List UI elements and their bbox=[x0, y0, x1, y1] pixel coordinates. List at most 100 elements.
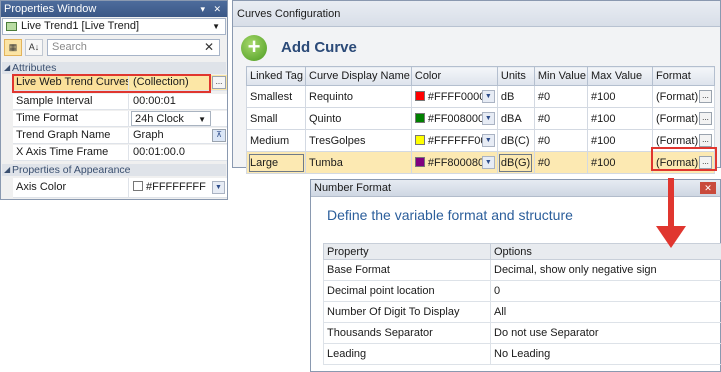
min-value-cell[interactable]: #0 bbox=[533, 129, 588, 152]
graph-name-value: Graph bbox=[133, 129, 164, 141]
object-selector-dropdown[interactable]: Live Trend1 [Live Trend] ▼ bbox=[2, 18, 226, 35]
option-cell[interactable]: No Leading bbox=[490, 343, 721, 365]
display-name-cell[interactable]: TresGolpes bbox=[305, 129, 412, 152]
property-value[interactable]: 00:01:00.0 bbox=[131, 145, 227, 160]
close-icon[interactable]: ✕ bbox=[700, 182, 716, 194]
table-row[interactable]: Medium TresGolpes #FFFFFF00 ▼ dB(C) #0 #1… bbox=[246, 129, 715, 152]
min-value-cell[interactable]: #0 bbox=[533, 151, 588, 174]
clear-search-icon[interactable]: ✕ bbox=[204, 40, 214, 55]
property-name: Sample Interval bbox=[13, 94, 129, 109]
format-cell[interactable]: (Format)... bbox=[651, 85, 715, 108]
number-format-dialog: Number Format ✕ Define the variable form… bbox=[310, 179, 721, 372]
color-value: #FF800080 bbox=[427, 156, 485, 169]
min-value-cell[interactable]: #0 bbox=[533, 85, 588, 108]
table-row[interactable]: Number Of Digit To Display All bbox=[323, 301, 721, 323]
option-cell[interactable]: 0 bbox=[490, 280, 721, 302]
color-value: #FF008000 bbox=[427, 112, 485, 125]
format-value: (Format) bbox=[655, 112, 699, 125]
column-header[interactable]: Color bbox=[410, 66, 498, 86]
table-row-selected[interactable]: Large Tumba #FF800080 ▼ dB(G) #0 #100 (Fo… bbox=[246, 151, 715, 174]
color-cell[interactable]: #FF800080 ▼ bbox=[410, 151, 498, 174]
property-row-trend-graph-name[interactable]: Trend Graph Name Graph ⊼ bbox=[13, 128, 227, 144]
property-name: Time Format bbox=[13, 111, 129, 126]
color-cell[interactable]: #FFFFFF00 ▼ bbox=[410, 129, 498, 152]
format-editor-button[interactable]: ... bbox=[698, 134, 712, 147]
properties-title-bar: Properties Window ▾ ✕ bbox=[1, 1, 227, 17]
property-value[interactable]: Graph ⊼ bbox=[131, 128, 227, 143]
chevron-down-icon[interactable]: ▼ bbox=[212, 19, 220, 34]
highlight-box bbox=[651, 147, 717, 171]
column-header: Options bbox=[490, 243, 721, 260]
units-cell[interactable]: dB bbox=[496, 85, 535, 108]
linked-tag-cell[interactable]: Small bbox=[246, 107, 306, 130]
units-cell[interactable]: dB(C) bbox=[496, 129, 535, 152]
format-editor-button[interactable]: ... bbox=[698, 90, 712, 103]
curves-configuration-window: Curves Configuration + Add Curve Linked … bbox=[232, 0, 721, 174]
graph-picker-icon[interactable]: ⊼ bbox=[212, 129, 226, 142]
chevron-down-icon[interactable]: ▼ bbox=[481, 134, 495, 147]
format-editor-button[interactable]: ... bbox=[698, 112, 712, 125]
search-input[interactable]: Search ✕ bbox=[47, 39, 220, 56]
format-cell[interactable]: (Format)... bbox=[651, 107, 715, 130]
max-value-cell[interactable]: #100 bbox=[586, 107, 653, 130]
categorized-view-button[interactable]: ▦ bbox=[4, 39, 22, 56]
linked-tag-cell[interactable]: Smallest bbox=[246, 85, 306, 108]
display-name-cell[interactable]: Tumba bbox=[305, 151, 412, 174]
chevron-down-icon[interactable]: ▼ bbox=[198, 112, 206, 126]
option-cell[interactable]: Decimal, show only negative sign bbox=[490, 259, 721, 281]
chevron-down-icon[interactable]: ▼ bbox=[481, 112, 495, 125]
collection-editor-button[interactable]: ... bbox=[212, 76, 226, 89]
group-appearance[interactable]: ◢ Properties of Appearance bbox=[2, 164, 226, 176]
property-value[interactable]: 24h Clock ▼ bbox=[131, 111, 227, 126]
color-swatch bbox=[414, 156, 425, 167]
color-cell[interactable]: #FFFF0000 ▼ bbox=[410, 85, 498, 108]
linked-tag-cell[interactable]: Large bbox=[246, 151, 306, 174]
table-row[interactable]: Smallest Requinto #FFFF0000 ▼ dB #0 #100 … bbox=[246, 85, 715, 108]
sort-alphabetical-button[interactable]: A↓ bbox=[25, 39, 43, 56]
display-name-cell[interactable]: Requinto bbox=[305, 85, 412, 108]
table-row[interactable]: Small Quinto #FF008000 ▼ dBA #0 #100 (For… bbox=[246, 107, 715, 130]
column-header[interactable]: Curve Display Name bbox=[305, 66, 412, 86]
color-swatch bbox=[414, 90, 425, 101]
property-row-axis-color[interactable]: Axis Color #FFFFFFFF ▼ bbox=[13, 178, 227, 198]
color-value: #FFFF0000 bbox=[427, 90, 486, 103]
property-row-time-format[interactable]: Time Format 24h Clock ▼ bbox=[13, 111, 227, 127]
chevron-down-icon[interactable]: ▼ bbox=[481, 90, 495, 103]
column-header[interactable]: Min Value bbox=[533, 66, 588, 86]
color-cell[interactable]: #FF008000 ▼ bbox=[410, 107, 498, 130]
linked-tag-cell[interactable]: Medium bbox=[246, 129, 306, 152]
column-header[interactable]: Units bbox=[496, 66, 535, 86]
collapse-icon[interactable]: ◢ bbox=[4, 164, 10, 176]
min-value-cell[interactable]: #0 bbox=[533, 107, 588, 130]
property-value[interactable]: #FFFFFFFF ▼ bbox=[131, 178, 227, 197]
table-row[interactable]: Base Format Decimal, show only negative … bbox=[323, 259, 721, 281]
window-controls-icon[interactable]: ▾ ✕ bbox=[200, 1, 224, 17]
max-value-cell[interactable]: #100 bbox=[586, 151, 653, 174]
chevron-down-icon[interactable]: ▼ bbox=[481, 156, 495, 169]
table-row[interactable]: Leading No Leading bbox=[323, 343, 721, 365]
table-row[interactable]: Thousands Separator Do not use Separator bbox=[323, 322, 721, 344]
time-format-dropdown[interactable]: 24h Clock ▼ bbox=[131, 111, 211, 126]
property-row-x-axis-time-frame[interactable]: X Axis Time Frame 00:01:00.0 bbox=[13, 145, 227, 161]
option-cell[interactable]: Do not use Separator bbox=[490, 322, 721, 344]
chevron-down-icon[interactable]: ▼ bbox=[212, 181, 225, 194]
column-header[interactable]: Linked Tag bbox=[246, 66, 306, 86]
collapse-icon[interactable]: ◢ bbox=[4, 62, 10, 74]
units-cell[interactable]: dBA bbox=[496, 107, 535, 130]
group-attributes[interactable]: ◢ Attributes bbox=[2, 62, 226, 74]
option-cell[interactable]: All bbox=[490, 301, 721, 323]
max-value-cell[interactable]: #100 bbox=[586, 85, 653, 108]
column-header[interactable]: Max Value bbox=[586, 66, 653, 86]
table-row[interactable]: Decimal point location 0 bbox=[323, 280, 721, 302]
number-format-heading: Define the variable format and structure bbox=[327, 207, 573, 223]
property-value[interactable]: 00:00:01 bbox=[131, 94, 227, 109]
column-header[interactable]: Format bbox=[651, 66, 715, 86]
properties-title: Properties Window bbox=[4, 3, 97, 15]
property-row-sample-interval[interactable]: Sample Interval 00:00:01 bbox=[13, 94, 227, 110]
annotation-arrow-icon bbox=[656, 226, 686, 248]
annotation-arrow-shaft bbox=[668, 178, 674, 228]
object-selector-value: Live Trend1 [Live Trend] bbox=[21, 20, 140, 32]
max-value-cell[interactable]: #100 bbox=[586, 129, 653, 152]
display-name-cell[interactable]: Quinto bbox=[305, 107, 412, 130]
units-cell[interactable]: dB(G) bbox=[496, 151, 535, 174]
